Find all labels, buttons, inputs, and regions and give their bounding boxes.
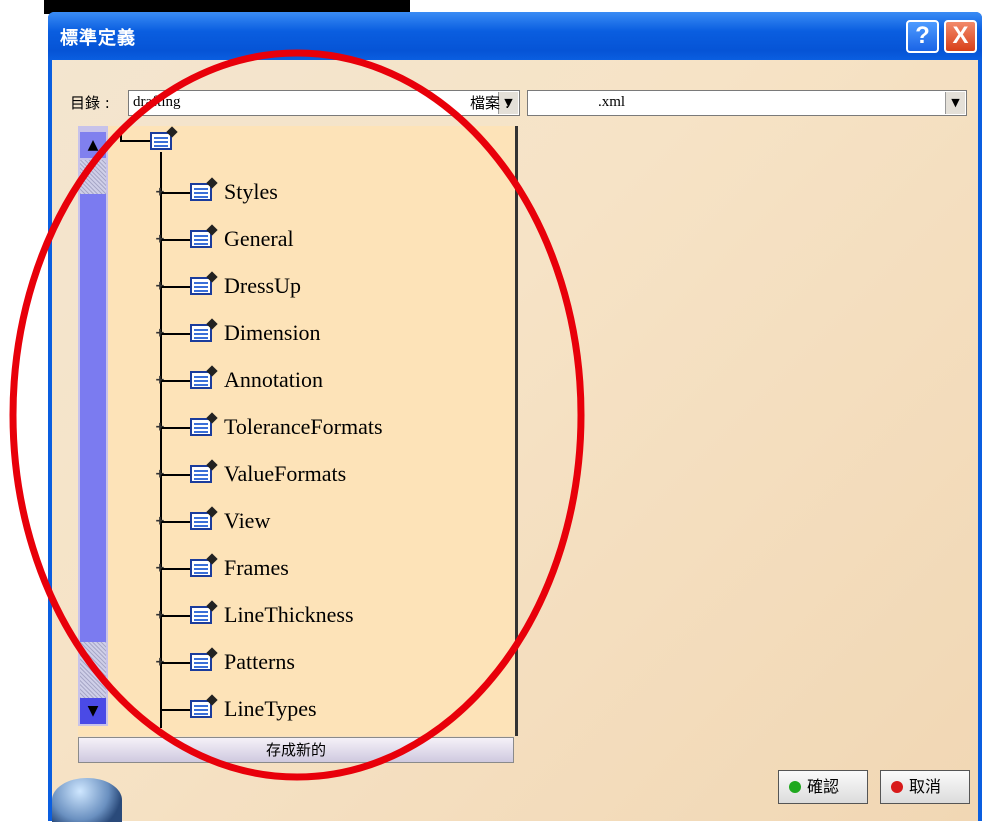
tree-connector [162, 521, 190, 523]
chevron-down-icon[interactable]: ▼ [945, 92, 965, 114]
tree-connector [162, 286, 190, 288]
save-new-button[interactable]: 存成新的 [78, 737, 514, 763]
tree-node-label: Annotation [224, 367, 323, 392]
tree-node-label: LineThickness [224, 602, 354, 627]
node-icon [190, 606, 212, 624]
tree-node[interactable]: + Styles [78, 178, 508, 208]
tree-connector [162, 709, 190, 711]
tree-node-label: ValueFormats [224, 461, 347, 486]
ok-dot-icon [789, 781, 801, 793]
tree-connector [162, 662, 190, 664]
directory-label: 目錄 : [70, 94, 110, 112]
node-icon [190, 512, 212, 530]
tree-node-label: LineTypes [224, 696, 317, 721]
tree-connector [162, 568, 190, 570]
tree-node-label: Styles [224, 179, 278, 204]
cancel-label: 取消 [909, 777, 942, 796]
tree-node-label: Dimension [224, 320, 321, 345]
standards-dialog: 標準定義 ? X 目錄 : drafting ▼ 檔案 : .xml ▼ ▲ ▼ [48, 12, 982, 822]
node-icon [190, 465, 212, 483]
tree-node[interactable]: + LineThickness [78, 601, 508, 631]
file-dropdown[interactable]: .xml ▼ [527, 90, 967, 116]
ok-button[interactable]: 確認 [778, 770, 868, 804]
node-icon [190, 653, 212, 671]
node-icon [190, 230, 212, 248]
file-label: 檔案 : [470, 94, 510, 112]
tree-node-label: General [224, 226, 294, 251]
directory-value: drafting [133, 94, 181, 110]
cancel-dot-icon [891, 781, 903, 793]
tree-connector [162, 192, 190, 194]
close-button[interactable]: X [944, 20, 977, 53]
standards-tree[interactable]: ▲ ▼ + Styles + General + DressUp + Dimension + An… [78, 126, 518, 736]
directory-dropdown[interactable]: drafting ▼ [128, 90, 520, 116]
cancel-button[interactable]: 取消 [880, 770, 970, 804]
ok-label: 確認 [807, 777, 840, 796]
tree-connector [162, 474, 190, 476]
tree-node-label: View [224, 508, 271, 533]
node-icon [190, 324, 212, 342]
tree-connector [162, 333, 190, 335]
tree-node[interactable]: + DressUp [78, 272, 508, 302]
node-icon [190, 559, 212, 577]
tree-node[interactable]: + Annotation [78, 366, 508, 396]
tree-node[interactable]: LineTypes [78, 695, 508, 725]
tree-node[interactable]: + ToleranceFormats [78, 413, 508, 443]
root-node-icon[interactable] [150, 132, 172, 150]
tree-connector [162, 615, 190, 617]
window-title: 標準定義 [60, 28, 136, 49]
tree-connector [162, 239, 190, 241]
scroll-up-arrow-icon[interactable]: ▲ [80, 132, 106, 158]
file-value: .xml [598, 94, 626, 110]
tree-node[interactable]: + Dimension [78, 319, 508, 349]
node-icon [190, 371, 212, 389]
tree-node[interactable]: + Patterns [78, 648, 508, 678]
node-icon [190, 183, 212, 201]
tree-connector [162, 380, 190, 382]
tree-node-label: Patterns [224, 649, 295, 674]
node-icon [190, 277, 212, 295]
title-bar[interactable]: 標準定義 ? X [48, 12, 982, 60]
help-button[interactable]: ? [906, 20, 939, 53]
tree-connector [162, 427, 190, 429]
tree-node[interactable]: + General [78, 225, 508, 255]
tree-connector [120, 140, 150, 142]
node-icon [190, 418, 212, 436]
tree-node[interactable]: + View [78, 507, 508, 537]
tree-node-label: ToleranceFormats [224, 414, 383, 439]
tree-node-label: Frames [224, 555, 289, 580]
tree-node[interactable]: + ValueFormats [78, 460, 508, 490]
tree-node[interactable]: + Frames [78, 554, 508, 584]
dialog-body: 目錄 : drafting ▼ 檔案 : .xml ▼ ▲ ▼ + Styles +… [52, 60, 978, 822]
node-icon [190, 700, 212, 718]
tree-node-label: DressUp [224, 273, 301, 298]
catia-logo [52, 778, 122, 822]
